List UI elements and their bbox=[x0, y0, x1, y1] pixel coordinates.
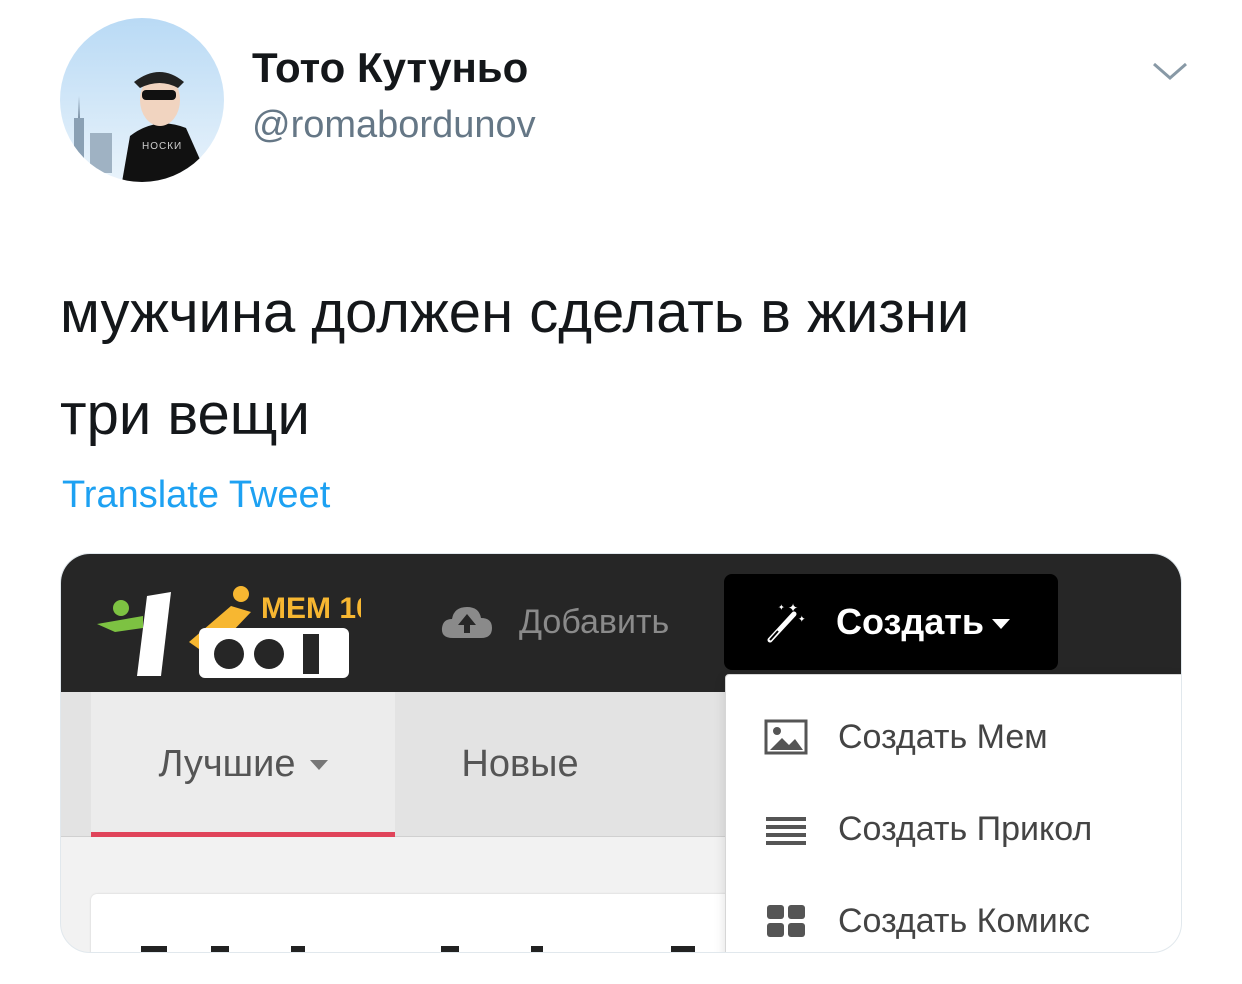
chevron-down-icon[interactable] bbox=[1150, 58, 1190, 84]
menu-item-label: Создать Мем bbox=[838, 717, 1048, 756]
create-button[interactable]: ✦ ✦ ✦ Создать bbox=[724, 574, 1058, 670]
create-button-label: Создать bbox=[836, 601, 1011, 643]
tweet-text-line: мужчина должен сделать в жизни bbox=[60, 280, 970, 345]
add-button-label: Добавить bbox=[519, 602, 670, 641]
mem1001-logo[interactable]: MEM 1001 bbox=[91, 572, 361, 682]
tweet-text-line: три вещи bbox=[60, 382, 310, 447]
svg-text:✦: ✦ bbox=[778, 603, 785, 612]
tab-new-label: Новые bbox=[461, 743, 579, 785]
site-topbar: MEM 1001 Добавить ✦ ✦ ✦ Создать bbox=[61, 554, 1181, 692]
menu-item-create-joke[interactable]: Создать Прикол bbox=[764, 799, 1092, 859]
magic-wand-icon: ✦ ✦ ✦ bbox=[767, 601, 806, 643]
display-name[interactable]: Тото Кутуньо bbox=[252, 44, 528, 92]
avatar-hoodie-text: НОСКИ bbox=[142, 141, 183, 152]
lines-icon bbox=[766, 817, 806, 845]
translate-tweet-link[interactable]: Translate Tweet bbox=[62, 474, 330, 517]
cloud-upload-icon bbox=[441, 607, 492, 638]
avatar-photo bbox=[60, 18, 224, 182]
logo-text: MEM 1001 bbox=[261, 592, 361, 625]
avatar[interactable]: НОСКИ bbox=[60, 18, 224, 182]
tweet-media-image[interactable]: MEM 1001 Добавить ✦ ✦ ✦ Создать Лучшие bbox=[60, 553, 1182, 953]
add-button[interactable]: Добавить bbox=[439, 590, 669, 654]
grid-icon bbox=[767, 905, 805, 937]
tab-best-label: Лучшие bbox=[158, 743, 296, 785]
svg-text:✦: ✦ bbox=[788, 601, 798, 615]
tab-best[interactable]: Лучшие bbox=[91, 692, 395, 837]
user-handle[interactable]: @romabordunov bbox=[252, 104, 536, 147]
image-icon bbox=[764, 719, 808, 755]
create-dropdown-menu: Создать Мем Создать Прикол Создать Комик… bbox=[725, 674, 1181, 952]
caret-down-icon bbox=[992, 619, 1011, 630]
menu-item-label: Создать Комикс bbox=[838, 901, 1090, 940]
cropped-heading bbox=[141, 946, 695, 952]
tab-new[interactable]: Новые bbox=[395, 692, 645, 837]
menu-item-label: Создать Прикол bbox=[838, 809, 1093, 848]
tweet-text: мужчина должен сделать в жизни три вещи bbox=[60, 262, 1180, 466]
svg-text:✦: ✦ bbox=[798, 615, 806, 625]
menu-item-create-comic[interactable]: Создать Комикс bbox=[764, 891, 1090, 951]
menu-item-create-meme[interactable]: Создать Мем bbox=[764, 707, 1048, 767]
caret-down-icon bbox=[309, 759, 328, 770]
